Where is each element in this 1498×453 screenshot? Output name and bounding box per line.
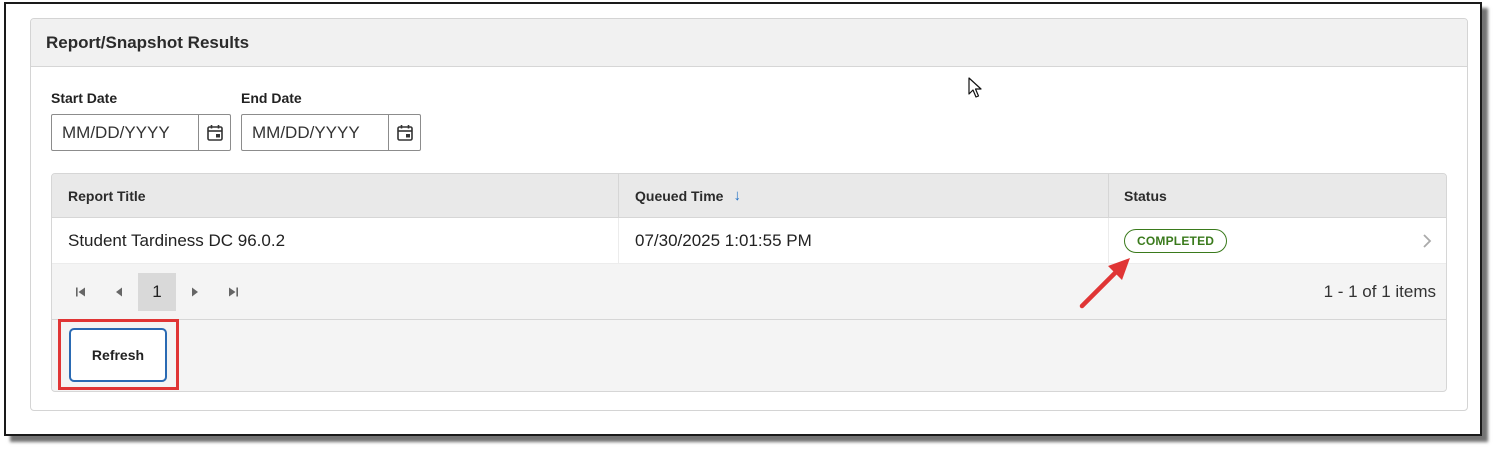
calendar-icon — [206, 124, 223, 141]
end-date-field — [241, 114, 421, 151]
column-header-status[interactable]: Status — [1109, 174, 1446, 217]
cell-status: COMPLETED — [1109, 218, 1446, 263]
grid-header: Report Title Queued Time ↓ Status — [52, 174, 1446, 218]
end-date-label: End Date — [241, 90, 302, 106]
next-page-button[interactable] — [176, 273, 214, 311]
table-row[interactable]: Student Tardiness DC 96.0.2 07/30/2025 1… — [52, 218, 1446, 264]
next-page-icon — [192, 287, 198, 296]
mouse-cursor-icon — [968, 77, 982, 98]
first-page-icon — [76, 287, 85, 296]
column-header-label: Report Title — [68, 187, 146, 204]
last-page-button[interactable] — [214, 273, 252, 311]
arrow-down-icon: ↓ — [733, 187, 741, 204]
column-header-label: Queued Time — [635, 187, 724, 204]
grid-footer: Refresh — [52, 320, 1446, 390]
pager-info: 1 - 1 of 1 items — [1323, 281, 1436, 301]
results-grid: Report Title Queued Time ↓ Status Studen… — [51, 173, 1447, 392]
panel-header: Report/Snapshot Results — [31, 19, 1467, 67]
column-header-label: Status — [1124, 187, 1167, 204]
cell-queued-time: 07/30/2025 1:01:55 PM — [619, 218, 1109, 263]
cell-report-title: Student Tardiness DC 96.0.2 — [52, 218, 619, 263]
start-date-calendar-button[interactable] — [198, 115, 230, 150]
last-page-icon — [229, 287, 238, 296]
screenshot-frame: Report/Snapshot Results Start Date End D… — [4, 2, 1482, 436]
start-date-label: Start Date — [51, 90, 118, 106]
page-number-current[interactable]: 1 — [138, 272, 176, 311]
column-header-queued-time[interactable]: Queued Time ↓ — [619, 174, 1109, 217]
status-badge: COMPLETED — [1124, 228, 1228, 253]
chevron-right-icon[interactable] — [1422, 233, 1432, 249]
pager: 1 1 - 1 of 1 items — [52, 264, 1446, 320]
report-results-panel: Report/Snapshot Results Start Date End D… — [30, 18, 1468, 411]
end-date-input[interactable] — [242, 115, 388, 150]
previous-page-button[interactable] — [100, 273, 138, 311]
calendar-icon — [396, 124, 413, 141]
column-header-report-title[interactable]: Report Title — [52, 174, 619, 217]
end-date-calendar-button[interactable] — [388, 115, 420, 150]
refresh-button[interactable]: Refresh — [70, 329, 166, 381]
start-date-field — [51, 114, 231, 151]
start-date-input[interactable] — [52, 115, 198, 150]
first-page-button[interactable] — [62, 273, 100, 311]
previous-page-icon — [116, 287, 122, 296]
panel-title: Report/Snapshot Results — [46, 32, 250, 52]
